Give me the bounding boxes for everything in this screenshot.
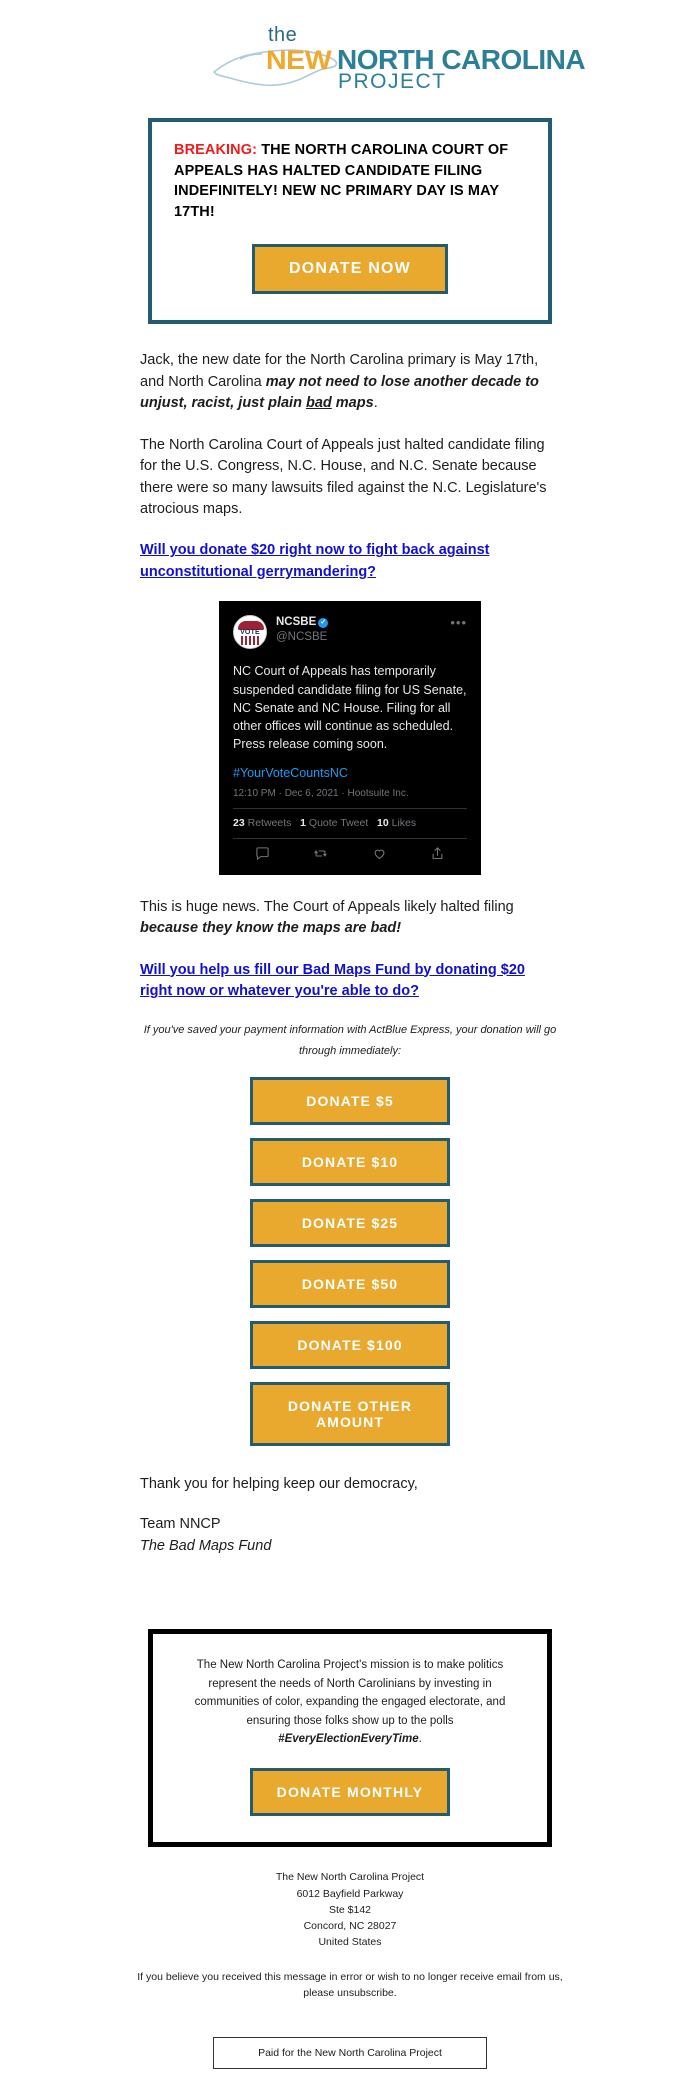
para3-lead: This is huge news. The Court of Appeals … <box>140 898 514 915</box>
bad-maps-fund-link[interactable]: Will you help us fill our Bad Maps Fund … <box>140 960 560 1003</box>
mission-text-a: The New North Carolina Project's mission… <box>194 1659 506 1727</box>
donate-monthly-button[interactable]: DONATE MONTHLY <box>250 1768 450 1817</box>
like-icon[interactable] <box>372 846 387 861</box>
share-icon[interactable] <box>430 846 445 861</box>
like-label: Likes <box>388 816 417 829</box>
logo-the: the <box>268 24 298 46</box>
breaking-label: BREAKING: <box>174 142 258 158</box>
tweet-stats: 23 Retweets 1 Quote Tweet 10 Likes <box>233 809 467 838</box>
actblue-express-note: If you've saved your payment information… <box>143 1024 557 1057</box>
signoff: Thank you for helping keep our democracy… <box>140 1456 560 1557</box>
tweet-body-text: NC Court of Appeals has temporarily susp… <box>233 664 467 752</box>
tweet-handle: @NCSBE <box>276 630 328 643</box>
avatar: VOTE <box>233 615 267 650</box>
quote-label: Quote Tweet <box>305 816 369 829</box>
avatar-stripes <box>241 636 261 646</box>
address-line-4: Concord, NC 28027 <box>303 1920 397 1933</box>
email-body: Jack, the new date for the North Carolin… <box>140 324 560 1002</box>
email-page: the NEW NORTH CAROLINA PROJECT BREAKING:… <box>0 0 700 2094</box>
like-count: 10 <box>377 816 389 829</box>
unsubscribe-text[interactable]: If you believe you received this message… <box>135 1951 565 2002</box>
tweet-action-bar <box>233 839 467 869</box>
donate-5-button[interactable]: DONATE $5 <box>250 1077 450 1126</box>
mission-text-b: . <box>418 1732 422 1745</box>
retweet-count: 23 <box>233 816 245 829</box>
tweet-identity: NCSBE ✓ @NCSBE <box>276 615 329 644</box>
breaking-banner: BREAKING: THE NORTH CAROLINA COURT OF AP… <box>148 118 552 325</box>
paragraph-1: Jack, the new date for the North Carolin… <box>140 350 560 414</box>
paragraph-2: The North Carolina Court of Appeals just… <box>140 436 547 518</box>
retweet-label: Retweets <box>244 816 292 829</box>
paragraph-3: This is huge news. The Court of Appeals … <box>140 897 560 940</box>
donate-25-button[interactable]: DONATE $25 <box>250 1199 450 1248</box>
address-line-5: United States <box>318 1936 382 1949</box>
tweet-timestamp: 12:10 PM · Dec 6, 2021 · Hootsuite Inc. <box>233 787 409 799</box>
banner-headline: BREAKING: THE NORTH CAROLINA COURT OF AP… <box>174 140 526 222</box>
donate-20-link[interactable]: Will you donate $20 right now to fight b… <box>140 540 560 583</box>
mission-box: The New North Carolina Project's mission… <box>148 1629 552 1848</box>
paid-for-disclaimer: Paid for the New North Carolina Project <box>213 2037 487 2070</box>
more-options-icon[interactable]: ••• <box>450 615 467 630</box>
para1-underline: bad <box>305 395 332 412</box>
verified-badge-icon: ✓ <box>318 618 329 629</box>
address-line-1: The New North Carolina Project <box>275 1871 425 1884</box>
para1-emph-b: maps <box>331 395 374 412</box>
thank-you-text: Thank you for helping keep our democracy… <box>140 1476 418 1493</box>
donate-50-button[interactable]: DONATE $50 <box>250 1260 450 1309</box>
tweet-display-name: NCSBE ✓ <box>276 615 329 629</box>
retweet-icon[interactable] <box>313 846 328 861</box>
tweet-name-text: NCSBE <box>276 616 317 629</box>
logo-header: the NEW NORTH CAROLINA PROJECT <box>0 0 700 110</box>
mailing-address: The New North Carolina Project 6012 Bayf… <box>135 1869 565 1950</box>
para1-end: . <box>373 395 378 412</box>
tweet-hashtag[interactable]: #YourVoteCountsNC <box>233 766 467 780</box>
reply-icon[interactable] <box>255 846 270 861</box>
email-footer: The New North Carolina Project 6012 Bayf… <box>135 1847 565 2070</box>
donation-ladder: DONATE $5 DONATE $10 DONATE $25 DONATE $… <box>0 1061 700 1456</box>
mission-hashtag: #EveryElectionEveryTime <box>278 1732 419 1745</box>
donate-other-amount-button[interactable]: DONATE OTHER AMOUNT <box>250 1382 450 1447</box>
donate-10-button[interactable]: DONATE $10 <box>250 1138 450 1187</box>
nncp-logo: the NEW NORTH CAROLINA PROJECT <box>210 24 586 93</box>
team-name: Team NNCP <box>140 1515 221 1532</box>
fund-name: The Bad Maps Fund <box>140 1537 272 1554</box>
donate-100-button[interactable]: DONATE $100 <box>250 1321 450 1370</box>
mission-statement: The New North Carolina Project's mission… <box>179 1656 521 1748</box>
avatar-vote-text: VOTE <box>240 629 260 637</box>
donate-now-button[interactable]: DONATE NOW <box>252 244 448 295</box>
address-line-2: 6012 Bayfield Parkway <box>296 1887 404 1900</box>
tweet-embed[interactable]: VOTE NCSBE ✓ @NCSBE ••• NC Court of Appea… <box>219 601 481 875</box>
address-line-3: Ste $142 <box>328 1903 372 1916</box>
logo-project: PROJECT <box>338 70 447 93</box>
para3-emphasis: because they know the maps are bad! <box>140 920 402 937</box>
logo-new: NEW <box>266 45 332 75</box>
tweet-header: VOTE NCSBE ✓ @NCSBE ••• <box>233 615 467 650</box>
